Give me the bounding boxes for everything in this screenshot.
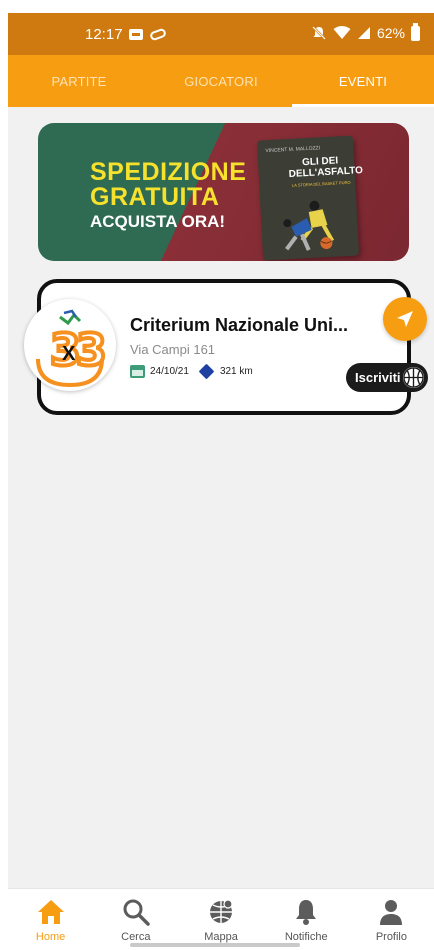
- event-date: 24/10/21: [150, 366, 189, 377]
- event-logo: 3 3 X: [24, 299, 116, 391]
- status-indicators: 62%: [311, 22, 420, 41]
- battery-percent: 62%: [376, 25, 405, 41]
- event-meta: 24/10/21 321 km: [130, 363, 253, 380]
- battery-icon: [411, 22, 420, 41]
- bell-icon: [296, 900, 317, 925]
- nav-search[interactable]: Cerca: [93, 889, 178, 950]
- search-icon: [123, 899, 150, 926]
- event-distance: 321 km: [219, 366, 253, 377]
- basketball-icon: [402, 366, 425, 389]
- nav-map[interactable]: Mappa: [178, 889, 263, 950]
- join-button[interactable]: Iscriviti: [346, 363, 428, 392]
- app-screen: 12:17 62% PARTITE GIOCATORI EVENTI SPEDI…: [8, 13, 434, 950]
- nav-notifications[interactable]: Notifiche: [264, 889, 349, 950]
- banner-subheadline: GRATUITA: [90, 183, 220, 211]
- event-address: Via Campi 161: [130, 342, 216, 357]
- link-notification-icon: [148, 27, 168, 42]
- mute-icon: [312, 26, 326, 40]
- event-title[interactable]: Criterium Nazionale Uni...: [130, 315, 375, 336]
- bottom-navigation: Home Cerca Mappa Notifiche Profilo: [8, 888, 434, 950]
- nav-search-label: Cerca: [121, 931, 151, 943]
- logo-x: X: [62, 343, 76, 365]
- book-title: GLI DEI DELL'ASFALTO: [288, 155, 364, 180]
- home-icon: [37, 900, 64, 924]
- nav-home[interactable]: Home: [8, 889, 93, 950]
- home-indicator[interactable]: [130, 943, 300, 947]
- calendar-icon: [130, 365, 145, 378]
- banner-cta: ACQUISTA ORA!: [90, 212, 226, 231]
- wifi-icon: [333, 26, 351, 39]
- navigate-button[interactable]: [383, 297, 427, 341]
- tab-eventi[interactable]: EVENTI: [292, 55, 434, 107]
- tab-giocatori[interactable]: GIOCATORI: [150, 55, 292, 107]
- book-cover: VINCENT M. MALLOZZI GLI DEI DELL'ASFALTO…: [256, 135, 364, 261]
- promo-banner[interactable]: SPEDIZIONE GRATUITA ACQUISTA ORA! VINCEN…: [38, 123, 409, 261]
- directions-icon: [198, 363, 215, 380]
- nav-map-label: Mappa: [204, 931, 238, 943]
- nav-profile[interactable]: Profilo: [349, 889, 434, 950]
- join-label: Iscriviti: [355, 370, 401, 385]
- nav-notifications-label: Notifiche: [284, 931, 328, 943]
- status-bar: 12:17 62%: [8, 13, 434, 55]
- person-icon: [380, 900, 403, 925]
- nav-profile-label: Profilo: [375, 931, 407, 943]
- book-subtitle: LA STORIA DEL BASKET PURO: [291, 179, 351, 188]
- tab-bar: PARTITE GIOCATORI EVENTI: [8, 55, 434, 107]
- signal-icon: [357, 27, 370, 39]
- status-time: 12:17: [85, 26, 123, 43]
- basketball-players-illustration: [283, 200, 335, 251]
- tab-partite[interactable]: PARTITE: [8, 55, 150, 107]
- globe-icon: [210, 899, 233, 923]
- nav-home-label: Home: [35, 931, 66, 943]
- svg-text:3: 3: [76, 325, 107, 376]
- book-author: VINCENT M. MALLOZZI: [265, 145, 321, 155]
- navigation-arrow-icon: [397, 311, 413, 327]
- message-notification-icon: [129, 29, 143, 40]
